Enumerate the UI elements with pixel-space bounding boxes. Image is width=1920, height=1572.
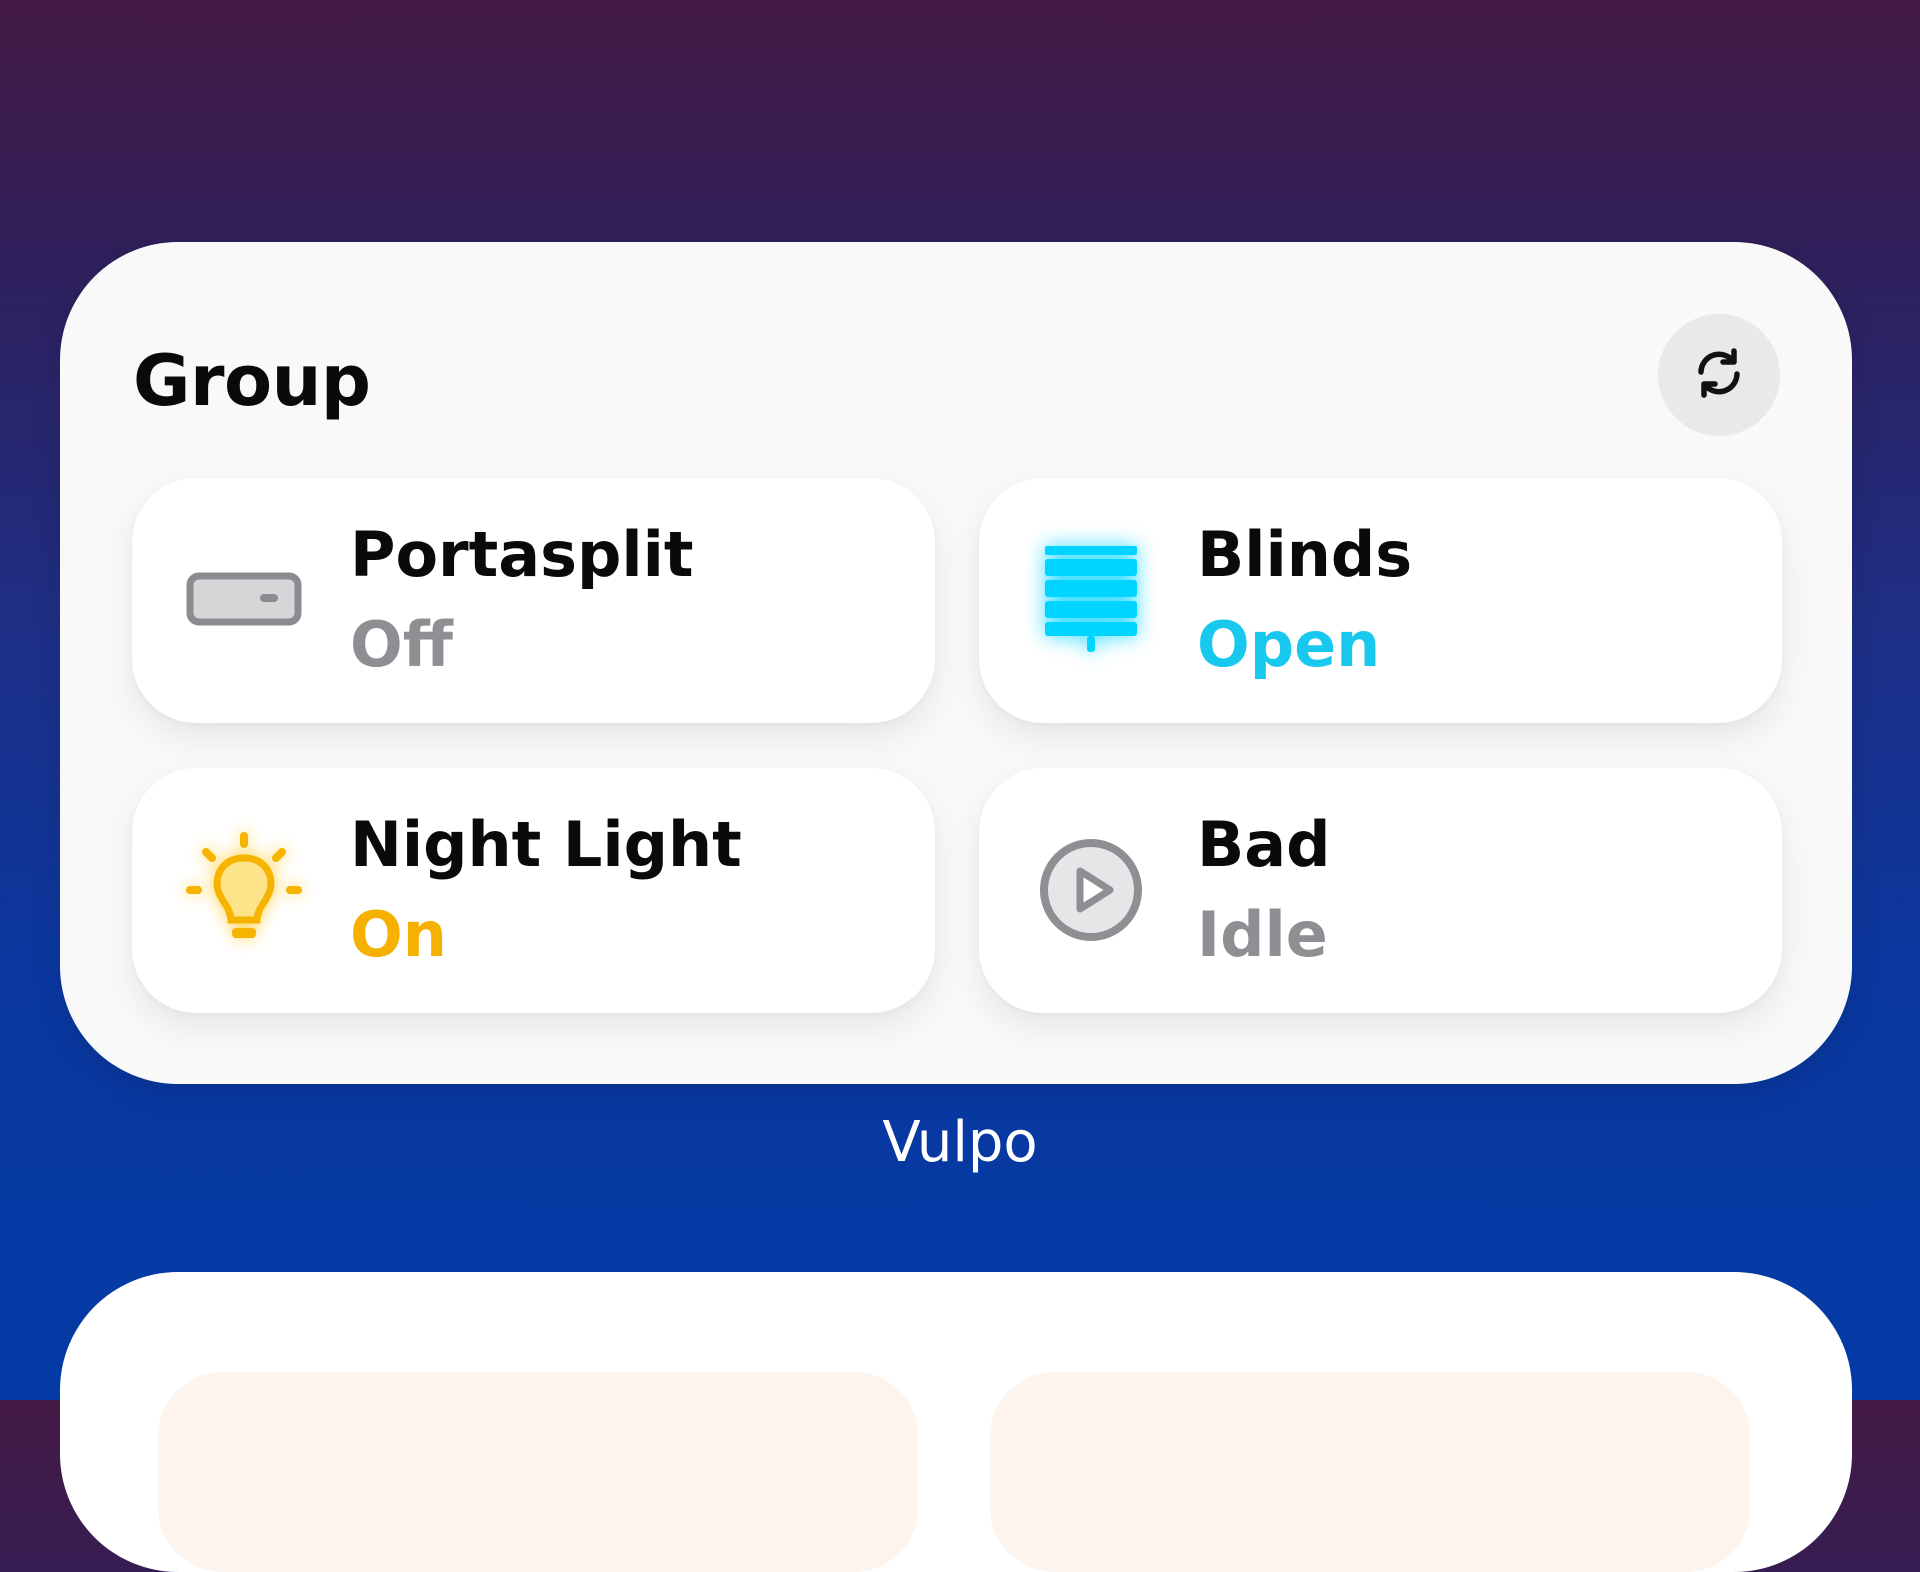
widget-title: Group	[133, 340, 371, 422]
tile-state: Off	[350, 608, 453, 681]
tile-state: On	[350, 898, 447, 971]
tile-blinds[interactable]: Blinds Open	[979, 478, 1782, 723]
tile-bad[interactable]: Bad Idle	[979, 768, 1782, 1013]
refresh-button[interactable]	[1658, 314, 1780, 436]
lightbulb-icon	[184, 830, 304, 950]
widget-label: Vulpo	[882, 1110, 1038, 1175]
refresh-icon	[1691, 345, 1747, 405]
tile-placeholder[interactable]	[158, 1372, 918, 1572]
tile-name: Night Light	[350, 808, 742, 881]
group-widget: Group Portasplit Off Blinds Open Night L…	[60, 242, 1852, 1084]
tile-name: Blinds	[1197, 518, 1413, 591]
blinds-icon	[1031, 540, 1151, 660]
tile-name: Portasplit	[350, 518, 694, 591]
tile-night-light[interactable]: Night Light On	[132, 768, 935, 1013]
tile-portasplit[interactable]: Portasplit Off	[132, 478, 935, 723]
air-conditioner-icon	[184, 540, 304, 660]
tile-name: Bad	[1197, 808, 1331, 881]
tile-state: Idle	[1197, 898, 1328, 971]
play-circle-icon	[1031, 830, 1151, 950]
tile-placeholder[interactable]	[990, 1372, 1750, 1572]
tile-state: Open	[1197, 608, 1381, 681]
next-widget[interactable]	[60, 1272, 1852, 1572]
